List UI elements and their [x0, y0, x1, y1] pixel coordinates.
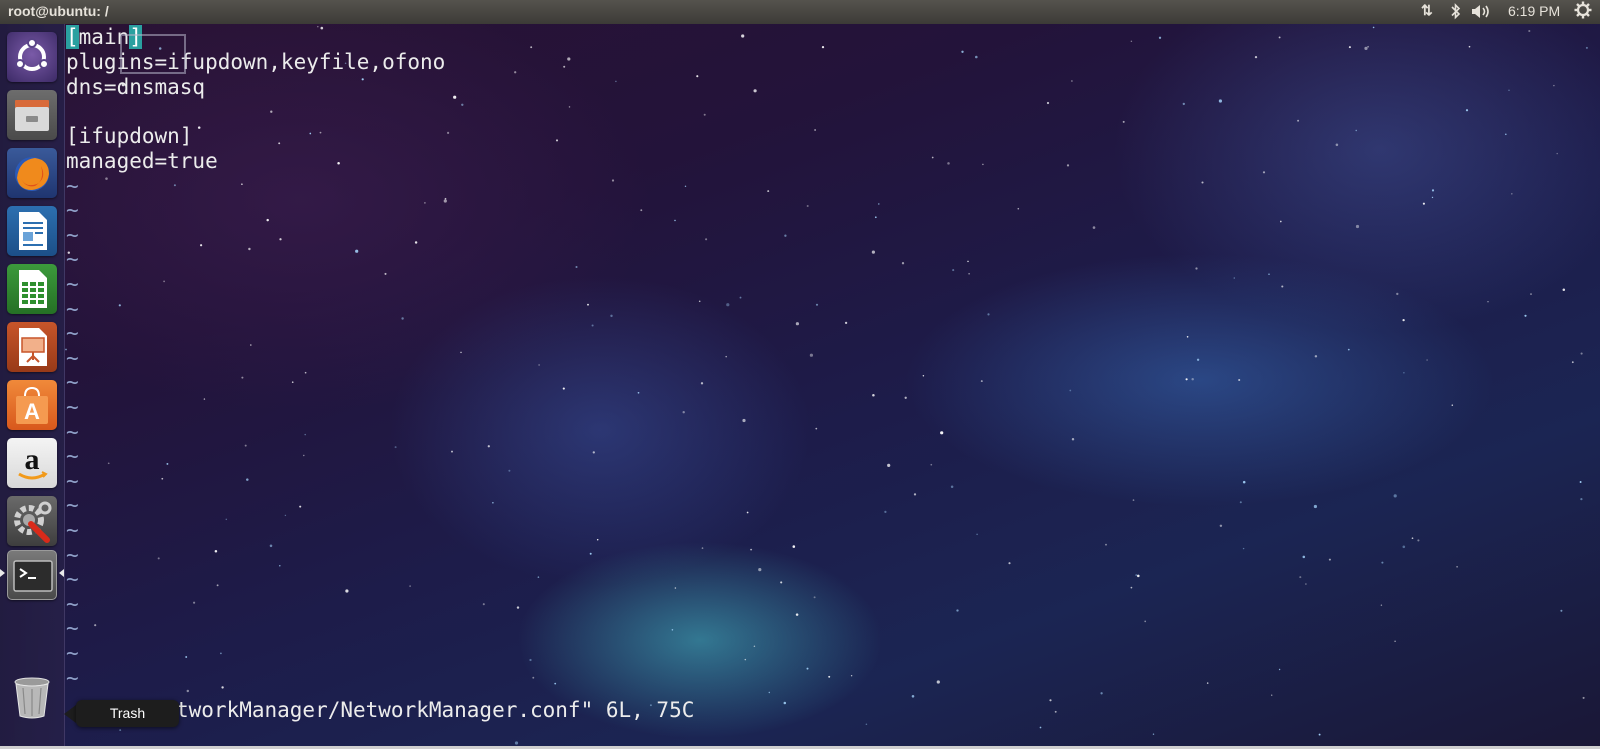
- ubuntu-logo-icon: [15, 38, 49, 71]
- bluetooth-icon[interactable]: [1450, 3, 1462, 23]
- ubuntu-software-launcher-button[interactable]: A: [7, 380, 57, 430]
- shopping-bag-icon: A: [16, 386, 48, 424]
- tooltip-arrow: [64, 705, 76, 723]
- dash-home-button[interactable]: [7, 32, 57, 82]
- tilde-marker: ~: [66, 616, 79, 641]
- session-gear-icon[interactable]: [1574, 1, 1592, 22]
- section-name: mai: [78, 25, 117, 49]
- tilde-marker: ~: [66, 444, 79, 469]
- svg-text:a: a: [25, 443, 40, 476]
- editor-line-5: [ifupdown]: [66, 124, 193, 149]
- trash-icon: [14, 677, 50, 719]
- writer-document-icon: [19, 212, 47, 250]
- active-window-pip-right: [59, 569, 64, 577]
- tilde-marker: ~: [66, 493, 79, 518]
- tilde-marker: ~: [66, 665, 79, 690]
- file-cabinet-icon: [15, 100, 49, 131]
- terminal-icon: [13, 560, 53, 592]
- window-title: root@ubuntu: /: [8, 3, 109, 19]
- tilde-marker: ~: [66, 173, 79, 198]
- tilde-marker: ~: [66, 641, 79, 665]
- bracket-match-open: [: [66, 25, 79, 49]
- launcher-tooltip: Trash: [76, 700, 179, 727]
- settings-wrench-icon: [14, 501, 52, 543]
- firefox-icon: [15, 157, 49, 191]
- svg-text:A: A: [24, 399, 40, 424]
- libreoffice-impress-launcher-button[interactable]: [7, 322, 57, 372]
- impress-presentation-icon: [19, 328, 47, 366]
- trash-launcher-button[interactable]: [7, 672, 57, 722]
- launcher: A a: [0, 24, 65, 749]
- desktop-screen: root@ubuntu: / ⇅ 6:19 PM A a [main] plug…: [0, 0, 1600, 749]
- tilde-marker: ~: [66, 591, 79, 616]
- terminal-launcher-button[interactable]: [7, 550, 57, 600]
- tilde-marker: ~: [66, 198, 79, 223]
- volume-icon[interactable]: [1470, 3, 1492, 23]
- libreoffice-calc-launcher-button[interactable]: [7, 264, 57, 314]
- tilde-marker: ~: [66, 272, 79, 296]
- libreoffice-writer-launcher-button[interactable]: [7, 206, 57, 256]
- editor-line-6: managed=true: [66, 149, 218, 173]
- editor-line-3: dns=dnsmasq: [66, 74, 206, 99]
- tilde-marker: ~: [66, 542, 79, 567]
- tilde-marker: ~: [66, 247, 79, 272]
- amazon-launcher-button[interactable]: a: [7, 438, 57, 488]
- vim-editor[interactable]: [main] plugins=ifupdown,keyfile,ofono dn…: [66, 25, 1600, 749]
- tilde-marker: ~: [66, 395, 79, 419]
- active-window-pip-left: [0, 569, 5, 577]
- system-settings-launcher-button[interactable]: [7, 496, 57, 546]
- network-icon[interactable]: ⇅: [1421, 2, 1433, 19]
- tilde-marker: ~: [66, 567, 79, 592]
- clock[interactable]: 6:19 PM: [1508, 3, 1560, 19]
- tilde-marker: ~: [66, 345, 79, 370]
- tilde-marker: ~: [66, 296, 79, 321]
- files-launcher-button[interactable]: [7, 90, 57, 140]
- vim-status-line: tworkManager/NetworkManager.conf" 6L, 75…: [176, 698, 695, 722]
- tilde-marker: ~: [66, 468, 79, 493]
- calc-spreadsheet-icon: [19, 270, 47, 308]
- top-panel: root@ubuntu: / ⇅ 6:19 PM: [0, 0, 1600, 24]
- amazon-icon: a: [18, 443, 48, 480]
- tilde-marker: ~: [66, 222, 79, 247]
- selection-rectangle: [120, 34, 186, 74]
- tilde-marker: ~: [66, 321, 79, 346]
- tilde-marker: ~: [66, 370, 79, 395]
- firefox-launcher-button[interactable]: [7, 148, 57, 198]
- tilde-marker: ~: [66, 518, 79, 542]
- tilde-marker: ~: [66, 419, 79, 444]
